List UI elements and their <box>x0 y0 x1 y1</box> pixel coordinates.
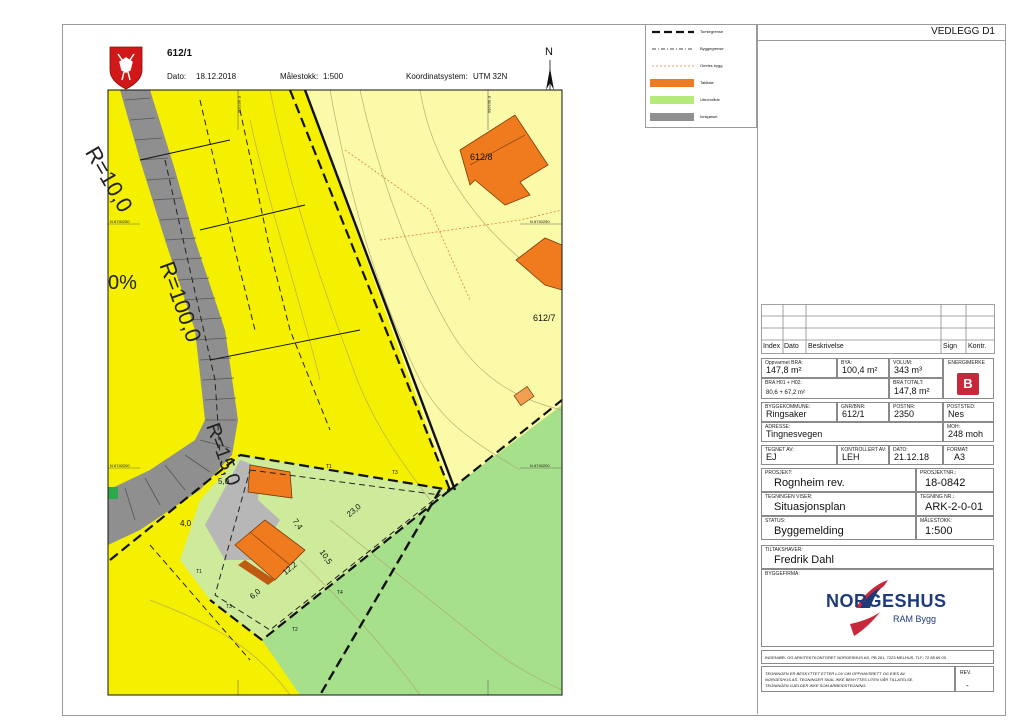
cell-kontrollert-av: KONTROLLERT AV: LEH <box>837 445 889 465</box>
legend-swatches <box>650 30 694 121</box>
dim-4-0: 4,0 <box>180 519 192 528</box>
cell-gnr-bnr: GNR/BNR: 612/1 <box>837 402 889 422</box>
cell-tegningen-viser: TEGNINGEN VISER: Situasjonsplan <box>761 492 916 516</box>
cell-postnr: POSTNR: 2350 <box>889 402 943 422</box>
tree-mark-t3-a: T3 <box>392 470 398 476</box>
map-coord-value: UTM 32N <box>473 72 508 81</box>
cell-rev: REV. - <box>955 666 994 692</box>
cell-format: FORMAT: A3 <box>943 445 994 465</box>
legend-item-byggegrense: Byggegrense <box>700 46 724 51</box>
cell-energimerke: ENERGIMERKE B <box>943 358 994 399</box>
energy-label-badge: B <box>957 373 979 395</box>
legend: Tomtegrense Byggegrense Omriss bygg Takf… <box>645 24 757 128</box>
dim-5-0: 5,0 <box>218 477 230 486</box>
legend-item-omriss-bygg: Omriss bygg <box>700 63 723 68</box>
logo-swoosh <box>850 612 880 636</box>
attachment-label: VEDLEGG D1 <box>931 26 995 37</box>
cell-status: STATUS: Byggemelding <box>761 516 916 540</box>
grid-label-n-6740250-right: N 6740250 <box>530 219 550 224</box>
cell-bra-h: BRA H01 + H02: 80,6 + 67,2 m² <box>761 378 889 399</box>
legend-item-uteomrade: Uteområde <box>700 97 720 102</box>
map-date-label: Dato: <box>167 72 187 81</box>
cell-tegning-nr: TEGNING NR.: ARK-2-0-01 <box>916 492 994 516</box>
logo-text: NORGESHUS <box>826 591 947 611</box>
cell-bra-total: BRA TOTALT: 147,8 m² <box>889 378 943 399</box>
cell-copyright: TEGNINGEN ER BESKYTTET ETTER LOV OM OPPH… <box>761 666 955 692</box>
tree-mark-t2: T2 <box>292 627 298 633</box>
map-property-id: 612/1 <box>167 48 193 59</box>
tree-mark-t4: T4 <box>337 590 343 596</box>
rev-header-sign: Sign <box>943 343 958 350</box>
map-scale-label: Målestokk: <box>280 72 319 81</box>
cell-poststed: POSTSTED: Nes <box>943 402 994 422</box>
cell-prosjektnr: PROSJEKTNR.: 18-0842 <box>916 468 994 492</box>
logo-subtext: RAM Bygg <box>893 614 937 624</box>
cell-prosjekt: PROSJEKT: Rognheim rev. <box>761 468 916 492</box>
rev-header-index: Index <box>763 343 781 350</box>
cell-volum: VOLUM: 343 m³ <box>889 358 943 378</box>
rev-header-dato: Dato <box>784 343 799 350</box>
cell-byggekommune: BYGGEKOMMUNE: Ringsaker <box>761 402 837 422</box>
grid-label-n-6740250-left: N 6740250 <box>110 219 130 224</box>
cell-office-line: INGENIØR- OG ARKITEKTKONTORET NORGESHUS … <box>761 650 994 664</box>
legend-item-tomtegrense: Tomtegrense <box>700 29 724 34</box>
grid-label-n-6740200-right: N 6740200 <box>530 463 550 468</box>
plot-label-612-7: 612/7 <box>533 313 556 323</box>
rev-header-kontr: Kontr. <box>968 343 987 350</box>
rev-header-beskrivelse: Beskrivelse <box>808 343 844 350</box>
tree-mark-t3-b: T3 <box>226 604 232 610</box>
cell-dato: DATO: 21.12.18 <box>889 445 943 465</box>
map-date-value: 18.12.2018 <box>196 72 237 81</box>
tree-mark-t1-a: T1 <box>326 464 332 470</box>
municipality-coat-of-arms <box>109 46 143 90</box>
legend-item-innkjorsel: Innkjørsel <box>700 114 718 119</box>
cell-tegnet-av: TEGNET AV: EJ <box>761 445 837 465</box>
grid-label-n-6740200-left: N 6740200 <box>110 463 130 468</box>
cell-tiltakshaver: TILTAKSHAVER: Fredrik Dahl <box>761 545 994 569</box>
cell-adresse: ADRESSE: Tingnesvegen <box>761 422 943 442</box>
plot-label-612-8: 612/8 <box>470 152 493 162</box>
cell-oppvarmet-bra: Oppvarmet BRA: 147,8 m² <box>761 358 837 378</box>
slope-label: 0% <box>108 272 137 294</box>
cell-bya: BYA: 100,4 m² <box>837 358 889 378</box>
legend-item-takflate: Takflate <box>700 80 714 85</box>
grid-label-e-603200-top: E 603200 <box>237 96 242 114</box>
cell-malestokk: MÅLESTOKK: 1:500 <box>916 516 994 540</box>
attachment-header: VEDLEGG D1 <box>757 24 1005 41</box>
map-coord-label: Koordinatsystem: <box>406 72 468 81</box>
grid-label-e-603250-top: E 603250 <box>487 96 492 114</box>
tree-mark-t1-b: T1 <box>196 569 202 575</box>
map-scale-value: 1:500 <box>323 72 344 81</box>
north-label: N <box>545 46 553 58</box>
cell-moh: MOH: 248 moh <box>943 422 994 442</box>
